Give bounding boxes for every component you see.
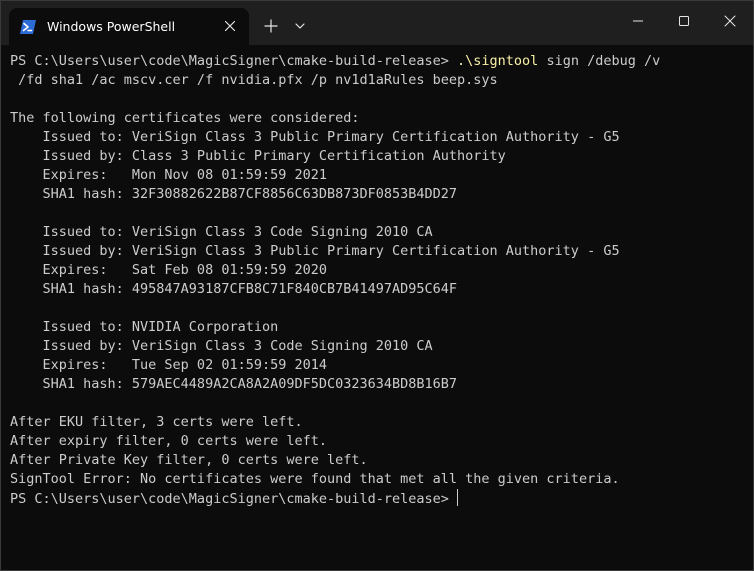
output-line: Issued to: VeriSign Class 3 Public Prima… (10, 129, 620, 145)
new-tab-button[interactable] (259, 15, 283, 37)
output-line: Expires: Mon Nov 08 01:59:59 2021 (10, 167, 327, 183)
prompt: PS C:\Users\user\code\MagicSigner\cmake-… (10, 53, 458, 69)
output-line: Issued by: Class 3 Public Primary Certif… (10, 148, 506, 164)
tab-dropdown-chevron-down-icon[interactable] (289, 15, 311, 37)
final-prompt: PS C:\Users\user\code\MagicSigner\cmake-… (10, 491, 449, 507)
final-prompt-line: PS C:\Users\user\code\MagicSigner\cmake-… (10, 489, 746, 508)
output-line: After expiry filter, 0 certs were left. (10, 433, 327, 449)
powershell-icon (19, 18, 37, 36)
command-continuation: /fd sha1 /ac mscv.cer /f nvidia.pfx /p n… (10, 72, 498, 88)
output-line: Issued by: VeriSign Class 3 Public Prima… (10, 243, 620, 259)
tab-title: Windows PowerShell (47, 19, 176, 34)
output-line: After EKU filter, 3 certs were left. (10, 414, 303, 430)
terminal-window: Windows PowerShell PS C:\Users\user\code… (0, 0, 754, 571)
command-line: PS C:\Users\user\code\MagicSigner\cmake-… (10, 52, 746, 71)
text-cursor (456, 489, 458, 506)
tab-windows-powershell[interactable]: Windows PowerShell (9, 8, 249, 45)
output-line: Issued to: NVIDIA Corporation (10, 319, 279, 335)
close-window-button[interactable] (707, 1, 753, 41)
output-line: Expires: Tue Sep 02 01:59:59 2014 (10, 357, 327, 373)
title-bar[interactable]: Windows PowerShell (1, 1, 753, 45)
close-tab-icon[interactable] (221, 17, 239, 35)
minimize-button[interactable] (615, 1, 661, 41)
command-name: .\signtool (457, 53, 539, 69)
output-line: Issued by: VeriSign Class 3 Code Signing… (10, 338, 433, 354)
output-line: After Private Key filter, 0 certs were l… (10, 452, 368, 468)
output-line: Issued to: VeriSign Class 3 Code Signing… (10, 224, 433, 240)
output-line: The following certificates were consider… (10, 110, 360, 126)
output-line: SHA1 hash: 579AEC4489A2CA8A2A09DF5DC0323… (10, 376, 458, 392)
maximize-button[interactable] (661, 1, 707, 41)
command-args: sign /debug /v (538, 53, 661, 69)
output-line: SHA1 hash: 32F30882622B87CF8856C63DB873D… (10, 186, 458, 202)
output-line: SignTool Error: No certificates were fou… (10, 471, 620, 487)
output-line: Expires: Sat Feb 08 01:59:59 2020 (10, 262, 327, 278)
terminal-output[interactable]: PS C:\Users\user\code\MagicSigner\cmake-… (10, 52, 746, 562)
output-line: SHA1 hash: 495847A93187CFB8C71F840CB7B41… (10, 281, 458, 297)
